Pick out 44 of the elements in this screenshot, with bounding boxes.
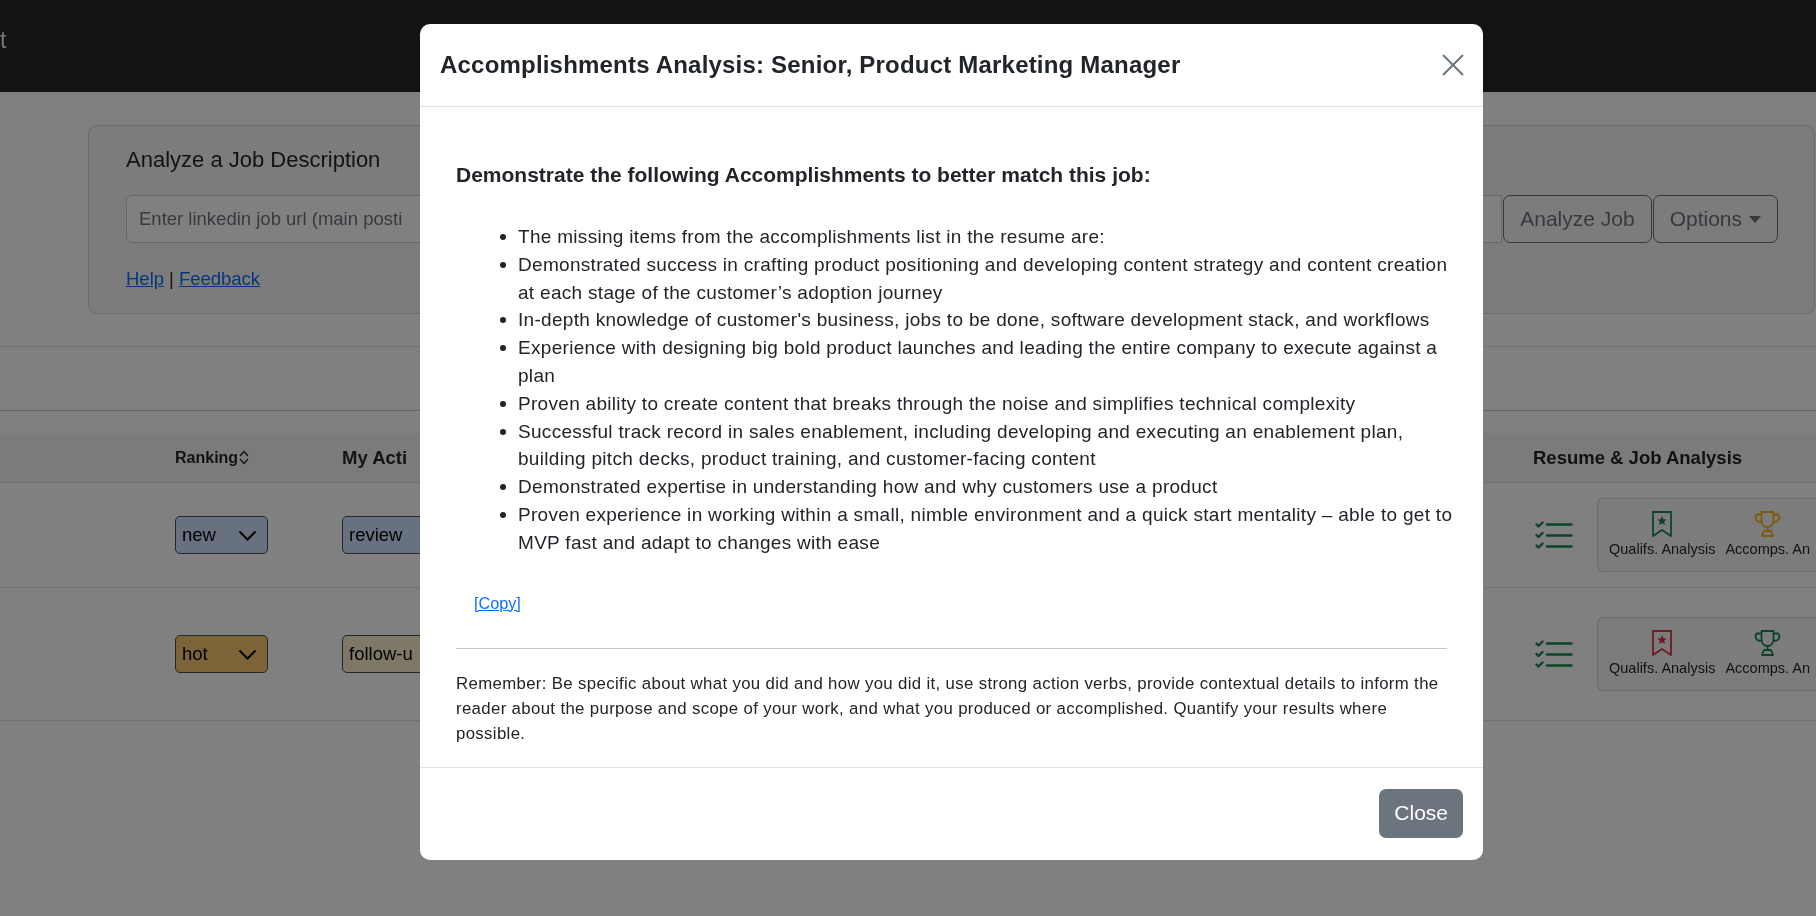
analysis-button[interactable]: Accomps. An: [1720, 630, 1815, 677]
list-item-text: The missing items from the accomplishments list in the resume are:: [518, 225, 1105, 249]
list-item-text: In-depth knowledge of customer's business, jobs to be done, software development stack, and workflows: [518, 308, 1430, 333]
bullet-icon: [500, 511, 506, 518]
chevron-down-icon: [238, 648, 257, 660]
card-title: Analyze a Job Description: [126, 147, 381, 173]
bullet-icon: [500, 345, 506, 352]
feedback-link[interactable]: Feedback: [178, 265, 261, 293]
link-separator: |: [169, 267, 174, 291]
close-icon[interactable]: [1442, 54, 1464, 76]
list-item-text: Proven experience in working within a small, nimble environment and a quick start mentality – able to get to MVP fast and adapt to changes with ease: [518, 502, 1454, 555]
close-button[interactable]: Close: [1379, 788, 1463, 838]
checklist-icon[interactable]: [1535, 639, 1573, 669]
checklist-icon[interactable]: [1535, 520, 1573, 550]
copy-link[interactable]: [Copy]: [474, 593, 521, 612]
column-header: Ranking: [175, 448, 239, 467]
chevron-down-icon: [238, 529, 257, 541]
navbar-brand[interactable]: t: [0, 26, 7, 54]
help-link[interactable]: Help: [126, 265, 165, 293]
ranking-select[interactable]: new: [175, 516, 268, 554]
ranking-select[interactable]: hot: [175, 635, 268, 673]
sort-icon[interactable]: [239, 450, 250, 465]
list-item-text: Successful track record in sales enablement, including developing and executing an enablement plan, building pitch decks, product training, and customer-facing content: [518, 419, 1405, 472]
bullet-icon: [500, 234, 506, 240]
list-item-text: Proven ability to create content that breaks through the noise and simplifies technical complexity: [518, 391, 1356, 416]
bullet-icon: [500, 484, 506, 491]
caret-icon: [1749, 215, 1761, 223]
column-header: Resume & Job Analysis: [1533, 446, 1743, 469]
modal-heading: Demonstrate the following Accomplishments to better match this job:: [456, 162, 1151, 187]
analysis-button[interactable]: Qualifs. Analysis: [1604, 630, 1721, 677]
bullet-icon: [500, 317, 506, 324]
analysis-button[interactable]: Qualifs. Analysis: [1604, 511, 1721, 558]
bullet-icon: [500, 400, 506, 407]
list-item-text: Experience with designing big bold product launches and leading the entire company to execute against a plan: [518, 336, 1439, 388]
list-item-text: Demonstrated success in crafting product positioning and developing content strategy and content creation at each stage of the customer’s adoption journey: [518, 252, 1449, 305]
analyze-job-button[interactable]: Analyze Job: [1503, 195, 1652, 243]
list-item-text: Demonstrated expertise in understanding how and why customers use a product: [518, 475, 1218, 500]
bullet-icon: [500, 261, 506, 268]
bullet-icon: [500, 428, 506, 435]
options-button[interactable]: Options: [1652, 195, 1778, 243]
reminder-note: Remember: Be specific about what you did and how you did it, use strong action verbs, provide contextual details to inform the reader about the purpose and scope of your work, and what you produced or accomplished. Quantify your results where possible.: [456, 672, 1440, 745]
analysis-button[interactable]: Accomps. An: [1720, 511, 1815, 558]
column-header: My Acti: [342, 446, 408, 469]
modal-title: Accomplishments Analysis: Senior, Product Marketing Manager: [440, 51, 1181, 79]
